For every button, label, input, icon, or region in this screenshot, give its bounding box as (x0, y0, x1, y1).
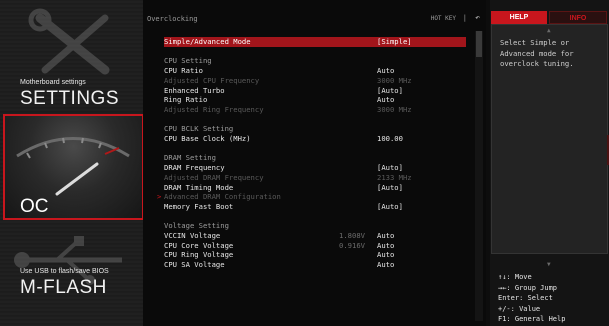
setting-label: Adjusted DRAM Frequency (164, 172, 264, 182)
setting-value: Auto (377, 66, 395, 76)
help-panel: HELP INFO ▲ Select Simple or Advanced mo… (490, 0, 609, 326)
main-panel: Overclocking HOT KEY | ↶ Simple/Advanced… (143, 0, 486, 326)
mflash-subtitle: Use USB to flash/save BIOS (20, 268, 109, 275)
setting-row[interactable]: DRAM Timing Mode [Auto] (164, 183, 466, 193)
key-legend-item: ↑↓: Move (498, 273, 532, 281)
setting-label: CPU Setting (164, 56, 212, 66)
section-heading: DRAM Setting (164, 153, 466, 163)
setting-row[interactable]: > Advanced DRAM Configuration (157, 192, 466, 202)
setting-label: Ring Ratio (164, 95, 208, 105)
key-legend-item: +/-: Value (498, 304, 541, 313)
sidebar-item-oc[interactable]: OC (3, 114, 144, 220)
setting-row[interactable]: Adjusted CPU Frequency 3000 MHz (164, 76, 466, 86)
hotkey-button[interactable]: HOT KEY (431, 15, 456, 22)
setting-row[interactable]: CPU Core Voltage 0.916V Auto (164, 241, 466, 251)
setting-label: Enhanced Turbo (164, 85, 225, 95)
settings-subtitle: Motherboard settings (20, 79, 86, 86)
settings-title: SETTINGS (20, 88, 120, 109)
key-legend: ↑↓: Move →←: Group Jump Enter: Select +/-: … (498, 272, 608, 325)
section-heading: CPU BCLK Setting (164, 124, 466, 134)
setting-row[interactable]: DRAM Frequency [Auto] (164, 163, 466, 173)
setting-row[interactable]: VCCIN Voltage 1.808V Auto (164, 231, 466, 241)
setting-label: Voltage Setting (164, 221, 229, 231)
setting-value: Auto (377, 231, 395, 240)
scrollbar[interactable] (475, 31, 483, 321)
section-heading: Voltage Setting (164, 221, 466, 231)
setting-value: [Auto] (377, 85, 403, 95)
key-legend-item: Enter: Select (498, 294, 553, 302)
back-arrow-icon[interactable]: ↶ (475, 13, 480, 22)
setting-label: Advanced DRAM Configuration (164, 192, 281, 202)
sidebar-item-mflash[interactable]: Use USB to flash/save BIOS M-FLASH (0, 222, 143, 326)
page-title: Overclocking (147, 15, 198, 23)
scroll-up-icon[interactable]: ▲ (547, 27, 551, 34)
setting-value: [Simple] (377, 37, 412, 46)
sidebar: Motherboard settings SETTINGS OC Use USB… (0, 0, 144, 326)
tab-help[interactable]: HELP (491, 11, 547, 24)
key-legend-item: →←: Group Jump (498, 283, 558, 292)
setting-value: Auto (377, 240, 395, 250)
setting-label: CPU BCLK Setting (164, 124, 234, 134)
setting-label: CPU Base Clock (MHz) (164, 134, 251, 143)
setting-label: Adjusted CPU Frequency (164, 75, 260, 85)
setting-value: 2133 MHz (377, 172, 412, 182)
setting-value: [Auto] (377, 182, 403, 192)
setting-label: CPU Core Voltage (164, 240, 234, 250)
setting-row[interactable]: Ring Ratio Auto (164, 95, 466, 105)
setting-row[interactable]: Enhanced Turbo [Auto] (164, 86, 466, 96)
help-box: ▲ Select Simple or Advanced mode for ove… (491, 24, 608, 268)
scroll-down-icon[interactable]: ▼ (547, 261, 551, 268)
setting-value: Auto (377, 95, 395, 105)
scrollbar-thumb[interactable] (476, 31, 482, 57)
bios-screen: Motherboard settings SETTINGS OC Use USB… (0, 0, 609, 326)
help-text: Select Simple or Advanced mode for overc… (500, 38, 574, 68)
setting-value: 100.00 (377, 134, 403, 143)
setting-row[interactable]: Simple/Advanced Mode [Simple] (164, 37, 466, 47)
mflash-title: M-FLASH (20, 277, 107, 298)
sidebar-item-settings[interactable]: Motherboard settings SETTINGS (0, 0, 143, 113)
tools-icon (28, 8, 110, 75)
key-legend-item: F1: General Help (498, 315, 566, 323)
setting-label: CPU Ratio (164, 66, 203, 76)
setting-label: DRAM Setting (164, 153, 216, 163)
setting-label: VCCIN Voltage (164, 231, 221, 240)
setting-label: Simple/Advanced Mode (164, 37, 251, 46)
setting-label: DRAM Timing Mode (164, 182, 234, 192)
setting-row[interactable]: Adjusted DRAM Frequency 2133 MHz (164, 173, 466, 183)
hotkey-separator: | (462, 14, 467, 22)
setting-current-value: 1.808V (339, 231, 365, 240)
section-heading: CPU Setting (164, 56, 466, 66)
setting-row[interactable]: Memory Fast Boot [Auto] (164, 202, 466, 212)
setting-value: [Auto] (377, 201, 403, 211)
setting-value: 3000 MHz (377, 75, 412, 85)
setting-value: 3000 MHz (377, 104, 412, 114)
setting-value: Auto (377, 260, 395, 270)
setting-label: Adjusted Ring Frequency (164, 104, 264, 114)
setting-label: CPU SA Voltage (164, 260, 225, 270)
setting-label: Memory Fast Boot (164, 201, 234, 211)
main-header: Overclocking HOT KEY | ↶ (143, 10, 486, 26)
oc-title: OC (20, 196, 49, 217)
tab-info[interactable]: INFO (549, 11, 607, 24)
setting-row[interactable]: CPU Ring Voltage Auto (164, 250, 466, 260)
setting-row[interactable]: Adjusted Ring Frequency 3000 MHz (164, 105, 466, 115)
setting-value: Auto (377, 250, 395, 260)
setting-row[interactable]: CPU Ratio Auto (164, 66, 466, 76)
setting-label: DRAM Frequency (164, 163, 225, 173)
setting-value: [Auto] (377, 163, 403, 173)
help-tabs: HELP INFO (490, 11, 609, 24)
setting-label: CPU Ring Voltage (164, 250, 234, 260)
setting-current-value: 0.916V (339, 240, 365, 250)
setting-row[interactable]: CPU Base Clock (MHz) 100.00 (164, 134, 466, 144)
submenu-marker: > (157, 192, 162, 202)
setting-row[interactable]: CPU SA Voltage Auto (164, 260, 466, 270)
